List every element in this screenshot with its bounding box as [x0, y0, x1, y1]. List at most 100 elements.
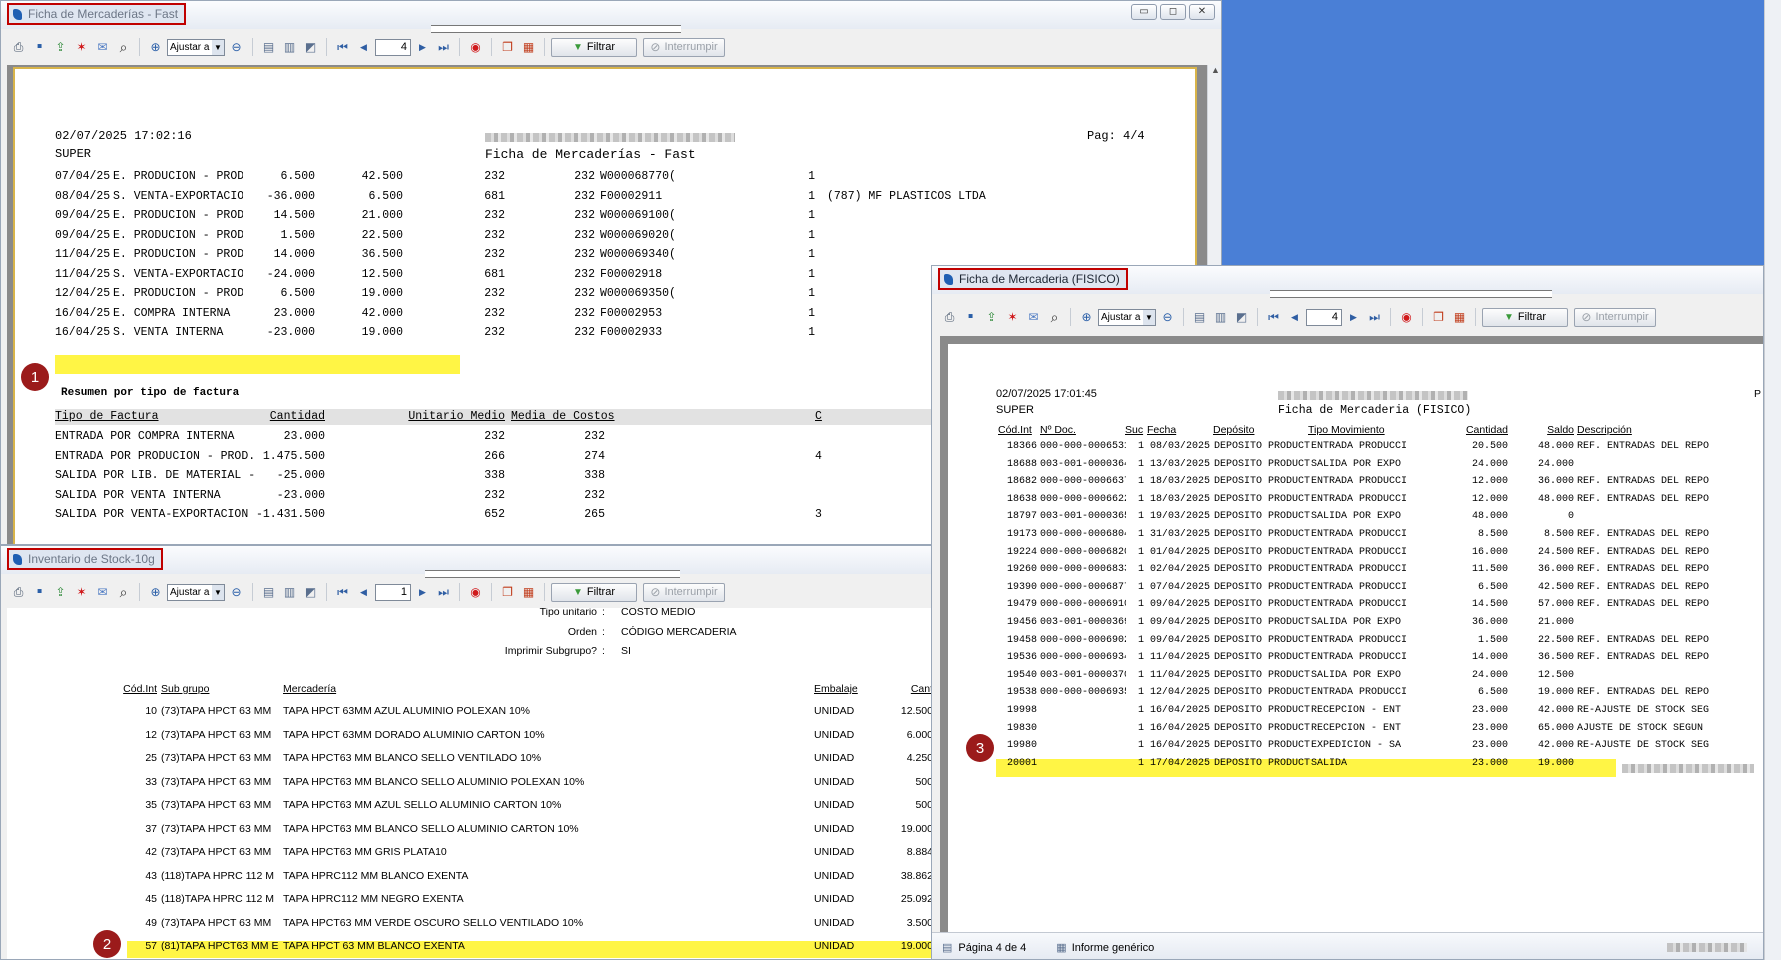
maximize-button[interactable]: ◻ — [1160, 4, 1186, 20]
movement-mov: SALIDA POR EXPO — [1311, 458, 1402, 470]
zoom-in-icon[interactable] — [146, 38, 165, 57]
save-icon[interactable] — [961, 308, 980, 327]
page-setup-icon[interactable] — [301, 583, 320, 602]
zoom-out-icon[interactable] — [227, 583, 246, 602]
first-page-icon[interactable] — [1264, 308, 1283, 327]
zoom-select[interactable]: Ajustar a ▼ — [167, 38, 225, 56]
calendar-icon[interactable] — [1450, 308, 1469, 327]
interrupt-button[interactable]: Interrumpir — [643, 37, 725, 57]
close-button[interactable]: ✕ — [1189, 4, 1215, 20]
interrupt-button[interactable]: Interrumpir — [643, 582, 725, 602]
minimize-button[interactable]: ▭ — [1131, 4, 1157, 20]
page-number-input[interactable]: 4 — [375, 38, 411, 56]
zoom-out-icon[interactable] — [1158, 308, 1177, 327]
toolbar-grip[interactable] — [425, 570, 680, 578]
calendar-icon[interactable] — [519, 583, 538, 602]
export-icon[interactable] — [51, 583, 70, 602]
prev-page-icon[interactable] — [1285, 308, 1304, 327]
next-page-icon[interactable] — [1344, 308, 1363, 327]
next-page-icon[interactable] — [413, 38, 432, 57]
report-viewport[interactable]: 02/07/2025 17:01:45 SUPER Ficha de Mercade… — [940, 336, 1763, 932]
last-page-icon[interactable] — [434, 583, 453, 602]
summary-type: ENTRADA POR PRODUCION - PROD. — [55, 449, 255, 463]
chevron-down-icon[interactable]: ▼ — [212, 39, 224, 55]
stop-icon[interactable] — [466, 38, 485, 57]
movement-b: 232 — [574, 170, 595, 183]
calendar-icon[interactable] — [519, 38, 538, 57]
mail-icon[interactable] — [93, 38, 112, 57]
inventory-code: 45 — [145, 893, 157, 905]
filter-button[interactable]: Filtrar — [551, 37, 637, 57]
mail-icon[interactable] — [1024, 308, 1043, 327]
first-page-icon[interactable] — [333, 583, 352, 602]
titlebar[interactable]: Ficha de Mercaderías - Fast ▭ ◻ ✕ — [1, 1, 1221, 33]
copy-icon[interactable] — [1429, 308, 1448, 327]
one-page-icon[interactable] — [259, 38, 278, 57]
print-icon[interactable] — [940, 308, 959, 327]
zoom-in-icon[interactable] — [146, 583, 165, 602]
two-pages-icon[interactable] — [280, 38, 299, 57]
page-setup-icon[interactable] — [301, 38, 320, 57]
one-page-icon[interactable] — [259, 583, 278, 602]
pdf-icon[interactable] — [72, 583, 91, 602]
last-page-icon[interactable] — [1365, 308, 1384, 327]
movement-date: 13/03/2025 — [1150, 458, 1210, 470]
inventory-code: 42 — [145, 846, 157, 858]
filter-button[interactable]: Filtrar — [551, 582, 637, 602]
movement-desc: RE-AJUSTE DE STOCK SEG — [1577, 740, 1710, 752]
interrupt-button[interactable]: Interrumpir — [1574, 307, 1656, 327]
pdf-icon[interactable] — [72, 38, 91, 57]
export-icon[interactable] — [982, 308, 1001, 327]
zoom-select[interactable]: Ajustar a ▼ — [167, 583, 225, 601]
zoom-out-icon[interactable] — [227, 38, 246, 57]
param-value: CÓDIGO MERCADERIA — [621, 625, 737, 638]
save-icon[interactable] — [30, 38, 49, 57]
copy-icon[interactable] — [498, 38, 517, 57]
report-viewport[interactable]: Tipo unitario: COSTO MEDIO Orden: CÓDIGO ME… — [7, 608, 934, 959]
one-page-icon[interactable] — [1190, 308, 1209, 327]
movement-header: Cód.Int — [998, 424, 1032, 436]
titlebar[interactable]: Ficha de Mercaderia (FISICO) — [932, 266, 1763, 298]
stop-icon[interactable] — [1397, 308, 1416, 327]
summary-qty: -23.000 — [276, 488, 325, 502]
find-icon[interactable] — [114, 38, 133, 57]
movement-doc: F00002918 — [600, 267, 663, 281]
pdf-icon[interactable] — [1003, 308, 1022, 327]
chevron-down-icon[interactable]: ▼ — [212, 584, 224, 600]
chevron-down-icon[interactable]: ▼ — [1143, 309, 1155, 325]
toolbar-grip[interactable] — [431, 25, 681, 33]
inventory-code: 37 — [145, 822, 157, 835]
prev-page-icon[interactable] — [354, 38, 373, 57]
last-page-icon[interactable] — [434, 38, 453, 57]
print-icon[interactable] — [9, 38, 28, 57]
movement-code: 19456 — [1006, 617, 1037, 628]
find-icon[interactable] — [114, 583, 133, 602]
copy-icon[interactable] — [498, 583, 517, 602]
find-icon[interactable] — [1045, 308, 1064, 327]
toolbar-grip[interactable] — [1270, 290, 1552, 298]
movement-bal: 42.500 — [1537, 581, 1574, 593]
desktop-scrollbar[interactable] — [1764, 0, 1781, 960]
page-number-input[interactable]: 4 — [1306, 308, 1342, 326]
two-pages-icon[interactable] — [1211, 308, 1230, 327]
prev-page-icon[interactable] — [354, 583, 373, 602]
export-icon[interactable] — [51, 38, 70, 57]
zoom-select[interactable]: Ajustar a ▼ — [1098, 308, 1156, 326]
first-page-icon[interactable] — [333, 38, 352, 57]
page-number-input[interactable]: 1 — [375, 583, 411, 601]
zoom-in-icon[interactable] — [1077, 308, 1096, 327]
inventory-qty: 38.862 — [900, 869, 933, 882]
titlebar[interactable]: Inventario de Stock-10g — [1, 546, 934, 578]
next-page-icon[interactable] — [413, 583, 432, 602]
app-icon — [13, 8, 22, 20]
separator — [491, 38, 492, 56]
mail-icon[interactable] — [93, 583, 112, 602]
report-toolbar: Ajustar a▼ 1 Filtrar Interrumpir — [1, 579, 934, 605]
stop-icon[interactable] — [466, 583, 485, 602]
filter-button[interactable]: Filtrar — [1482, 307, 1568, 327]
movement-dep: DEPOSITO PRODUCTOS — [1214, 652, 1310, 664]
page-setup-icon[interactable] — [1232, 308, 1251, 327]
save-icon[interactable] — [30, 583, 49, 602]
print-icon[interactable] — [9, 583, 28, 602]
two-pages-icon[interactable] — [280, 583, 299, 602]
